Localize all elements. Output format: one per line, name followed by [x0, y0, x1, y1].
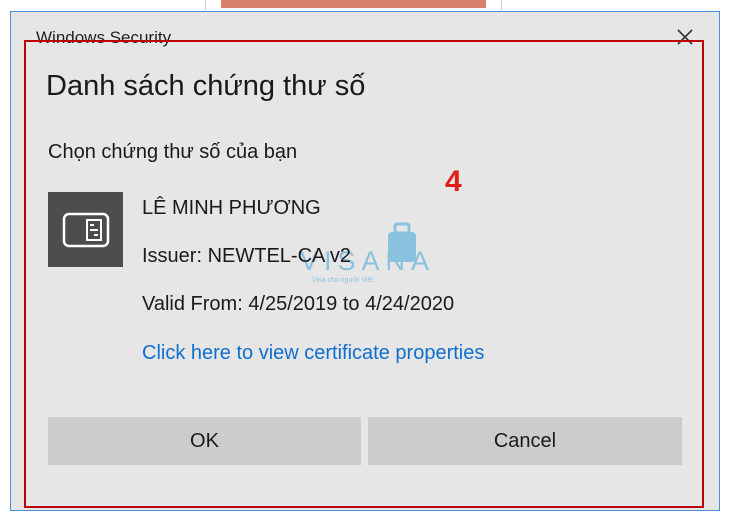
close-button[interactable] — [672, 24, 698, 50]
window-title: Windows Security — [36, 28, 172, 47]
certificate-icon-tile — [48, 192, 123, 267]
annotation-step-number: 4 — [445, 165, 462, 198]
watermark-subtext: Visa cho người Việt — [312, 277, 374, 284]
close-icon — [677, 29, 693, 45]
dialog-title: Danh sách chứng thư số — [46, 70, 366, 102]
certificate-name: LÊ MINH PHƯƠNG — [142, 197, 321, 219]
certificate-issuer: Issuer: NEWTEL-CA v2 — [142, 245, 351, 267]
cancel-button[interactable]: Cancel — [368, 417, 682, 465]
background-banner — [221, 0, 486, 8]
certificate-validity: Valid From: 4/25/2019 to 4/24/2020 — [142, 293, 455, 315]
view-certificate-properties-link[interactable]: Click here to view certificate propertie… — [142, 342, 484, 365]
background-window-strip — [205, 0, 502, 10]
ok-button[interactable]: OK — [48, 417, 361, 465]
dialog-subtitle: Chọn chứng thư số của bạn — [48, 141, 298, 163]
certificate-icon — [62, 212, 109, 247]
